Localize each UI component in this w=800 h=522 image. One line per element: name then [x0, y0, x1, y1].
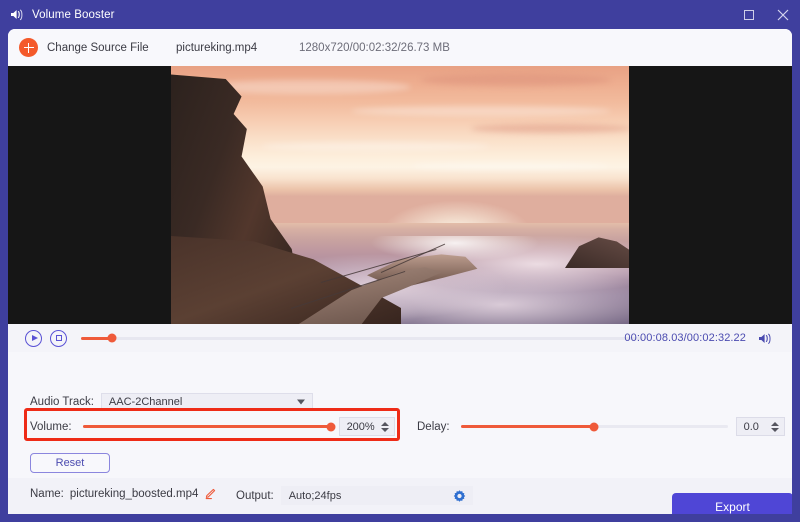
player-bar: 00:00:08.03/00:02:32.22: [8, 324, 792, 352]
volume-value: 200%: [340, 421, 375, 433]
source-file-meta: 1280x720/00:02:32/26.73 MB: [299, 42, 450, 54]
video-preview-area: [8, 66, 792, 324]
time-display: 00:00:08.03/00:02:32.22: [624, 332, 746, 344]
maximize-icon: [744, 10, 754, 20]
pencil-icon[interactable]: [204, 488, 216, 500]
output-name-value: pictureking_boosted.mp4: [70, 488, 199, 500]
audio-track-value: AAC-2Channel: [109, 396, 182, 408]
close-button[interactable]: [766, 0, 800, 29]
delay-label: Delay:: [417, 421, 450, 433]
cloud: [261, 142, 491, 151]
gear-icon[interactable]: [453, 489, 466, 502]
cloud: [351, 106, 611, 116]
stepper-down-icon[interactable]: [771, 428, 779, 432]
audio-track-label: Audio Track:: [30, 396, 94, 408]
volume-value-field[interactable]: 200%: [339, 417, 395, 436]
cloud: [471, 124, 629, 133]
close-icon: [777, 9, 789, 21]
volume-booster-window: Volume Booster Change Source File pictur…: [0, 0, 800, 522]
stop-icon: [56, 335, 62, 341]
source-bar: Change Source File pictureking.mp4 1280x…: [8, 29, 792, 66]
maximize-button[interactable]: [732, 0, 766, 29]
speaker-icon[interactable]: [758, 332, 773, 345]
progress-slider[interactable]: [81, 331, 643, 345]
audio-track-row: Audio Track: AAC-2Channel: [30, 393, 313, 411]
window-controls: [732, 0, 800, 29]
delay-track[interactable]: [461, 425, 728, 428]
output-format-field[interactable]: Auto;24fps: [281, 486, 473, 505]
name-label: Name:: [30, 488, 64, 500]
play-icon: [32, 335, 38, 341]
delay-value-field[interactable]: 0.0: [736, 417, 785, 436]
output-label: Output:: [236, 490, 274, 502]
video-frame[interactable]: [171, 66, 629, 324]
plus-circle-icon[interactable]: [19, 38, 38, 57]
main-card: Change Source File pictureking.mp4 1280x…: [8, 29, 792, 514]
cloud: [421, 74, 611, 86]
reset-label: Reset: [56, 457, 85, 469]
volume-stepper[interactable]: [381, 422, 389, 432]
source-file-name: pictureking.mp4: [176, 42, 257, 54]
change-source-file-button[interactable]: Change Source File: [47, 42, 149, 54]
delay-fill: [461, 425, 595, 428]
volume-boost-icon: [9, 8, 25, 22]
export-label: Export: [715, 500, 750, 514]
output-format-value: Auto;24fps: [289, 490, 342, 502]
volume-thumb[interactable]: [326, 422, 335, 431]
export-button[interactable]: Export: [672, 493, 792, 514]
stepper-up-icon[interactable]: [381, 422, 389, 426]
volume-slider[interactable]: [83, 420, 331, 434]
window-title: Volume Booster: [32, 9, 115, 21]
chevron-down-icon: [297, 400, 305, 405]
delay-slider[interactable]: [461, 420, 728, 434]
volume-label: Volume:: [30, 421, 72, 433]
delay-value: 0.0: [737, 421, 759, 433]
cloud: [411, 162, 611, 170]
volume-track[interactable]: [83, 425, 331, 428]
stop-button[interactable]: [50, 330, 67, 347]
stepper-up-icon[interactable]: [771, 422, 779, 426]
progress-track[interactable]: [81, 337, 643, 340]
volume-fill: [83, 425, 331, 428]
reset-button[interactable]: Reset: [30, 453, 110, 473]
delay-stepper[interactable]: [771, 422, 779, 432]
name-row: Name: pictureking_boosted.mp4: [30, 488, 216, 500]
play-button[interactable]: [25, 330, 42, 347]
delay-thumb[interactable]: [590, 422, 599, 431]
progress-thumb[interactable]: [107, 334, 116, 343]
stepper-down-icon[interactable]: [381, 428, 389, 432]
output-format-row: Output: Auto;24fps: [236, 486, 473, 505]
audio-track-select[interactable]: AAC-2Channel: [101, 393, 313, 411]
delay-row: Delay: 0.0 s: [417, 417, 792, 436]
volume-row: Volume: 200%: [30, 417, 395, 436]
title-bar: Volume Booster: [0, 0, 800, 29]
